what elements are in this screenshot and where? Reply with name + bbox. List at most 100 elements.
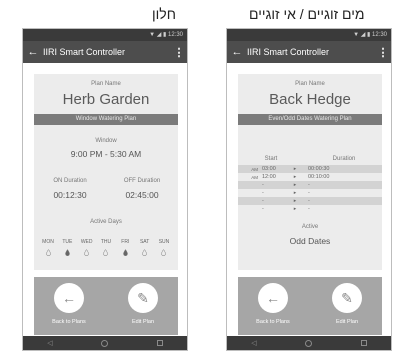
day-label: WED: [80, 239, 93, 245]
back-to-plans-button[interactable]: ← Back to Plans: [248, 283, 298, 325]
schedule-row[interactable]: - ▸ -: [238, 181, 382, 189]
start-time: 12:00: [262, 174, 276, 180]
day-label: SUN: [158, 239, 170, 245]
schedule-header: Start Duration: [238, 156, 382, 165]
back-arrow-icon[interactable]: ←: [227, 46, 247, 58]
play-icon: ▸: [293, 174, 297, 180]
play-icon: ▸: [293, 206, 297, 212]
nav-home-icon[interactable]: [305, 339, 313, 347]
caption-even-odd: מים זוגיים / אי זוגיים: [249, 6, 365, 22]
edit-plan-label: Edit Plan: [335, 319, 358, 325]
day-sun[interactable]: SUN: [156, 239, 172, 256]
back-arrow-icon[interactable]: ←: [23, 46, 43, 58]
plan-type-banner: Window Watering Plan: [34, 114, 178, 125]
schedule-row[interactable]: - ▸ -: [238, 189, 382, 197]
day-mon[interactable]: MON: [40, 239, 56, 256]
duration-value: -: [308, 198, 310, 204]
plan-card: Plan Name Herb Garden Window Watering Pl…: [34, 74, 178, 270]
action-panel: ← Back to Plans ✎ Edit Plan: [34, 277, 178, 335]
phone-window-plan: ▼ ◢ ▮ 12:30 ← IIRI Smart Controller ⋮ Pl…: [22, 28, 188, 351]
plan-name-label: Plan Name: [91, 81, 121, 87]
off-duration-value: 02:45:00: [125, 190, 159, 200]
play-icon: ▸: [293, 190, 297, 196]
day-sat[interactable]: SAT: [137, 239, 153, 256]
on-duration-label: ON Duration: [53, 178, 87, 184]
overflow-menu-icon[interactable]: ⋮: [375, 46, 391, 59]
duration-value: 00:00:30: [308, 166, 330, 172]
start-time: -: [262, 198, 264, 204]
schedule-row[interactable]: - ▸ -: [238, 197, 382, 205]
edit-plan-button[interactable]: ✎ Edit Plan: [118, 283, 168, 325]
duration-value: -: [308, 206, 310, 212]
nav-recents-icon[interactable]: [360, 340, 367, 346]
nav-back-icon[interactable]: ◁: [47, 339, 52, 347]
off-duration: OFF Duration 02:45:00: [106, 178, 178, 200]
outline-drop-icon: [142, 249, 147, 256]
day-label: THU: [100, 239, 112, 245]
day-wed[interactable]: WED: [79, 239, 95, 256]
duration-value: -: [308, 182, 310, 188]
plan-name: Herb Garden: [62, 91, 150, 108]
plan-card: Plan Name Back Hedge Even/Odd Dates Wate…: [238, 74, 382, 270]
schedule-table: Start Duration AM 03:00 ▸ 00:00:30 AM 12:00 ▸ 0…: [238, 156, 382, 213]
phone-even-odd-plan: ▼ ◢ ▮ 12:30 ← IIRI Smart Controller ⋮ Pl…: [226, 28, 392, 351]
on-duration-value: 00:12:30: [53, 190, 87, 200]
outline-drop-icon: [45, 249, 51, 256]
start-time: -: [262, 182, 264, 188]
edit-plan-button[interactable]: ✎ Edit Plan: [322, 283, 372, 325]
start-header: Start: [264, 156, 278, 162]
active-days-label: Active Days: [90, 219, 122, 225]
duration-header: Duration: [332, 156, 356, 162]
back-to-plans-label: Back to Plans: [52, 319, 86, 325]
plan-type-banner: Even/Odd Dates Watering Plan: [238, 114, 382, 125]
caption-window: חלון: [152, 6, 176, 22]
nav-back-icon[interactable]: ◁: [251, 339, 256, 347]
outline-drop-icon: [84, 249, 89, 256]
status-bar: ▼ ◢ ▮ 12:30: [227, 29, 391, 41]
pencil-icon[interactable]: ✎: [332, 283, 362, 313]
outline-drop-icon: [161, 249, 167, 256]
plan-name: Back Hedge: [269, 91, 351, 108]
schedule-rows: AM 03:00 ▸ 00:00:30 AM 12:00 ▸ 00:10:00 - ▸ - - ▸ - - ▸…: [238, 165, 382, 213]
outline-drop-icon: [103, 249, 109, 256]
back-to-plans-label: Back to Plans: [256, 319, 290, 325]
app-bar: ← IIRI Smart Controller ⋮: [23, 41, 187, 63]
day-label: FRI: [121, 239, 130, 245]
day-label: TUE: [62, 239, 73, 245]
schedule-row[interactable]: AM 12:00 ▸ 00:10:00: [238, 173, 382, 181]
status-bar: ▼ ◢ ▮ 12:30: [23, 29, 187, 41]
ampm-label: AM: [251, 166, 258, 172]
day-fri[interactable]: FRI: [117, 239, 133, 256]
active-value: Odd Dates: [289, 236, 331, 246]
window-label: Window: [95, 138, 117, 144]
android-nav-bar: ◁: [23, 336, 187, 350]
schedule-row[interactable]: AM 03:00 ▸ 00:00:30: [238, 165, 382, 173]
duration-value: -: [308, 190, 310, 196]
on-duration: ON Duration 00:12:30: [34, 178, 106, 200]
start-time: 03:00: [262, 166, 276, 172]
nav-home-icon[interactable]: [101, 339, 109, 347]
back-to-plans-button[interactable]: ← Back to Plans: [44, 283, 94, 325]
arrow-left-icon[interactable]: ←: [54, 283, 84, 313]
duration-value: 00:10:00: [308, 174, 330, 180]
play-icon: ▸: [293, 182, 297, 188]
ampm-label: AM: [251, 174, 258, 180]
filled-drop-icon: [123, 249, 128, 256]
active-days-row: MON TUE WED THU FRI SAT SUN: [40, 239, 172, 256]
plan-name-label: Plan Name: [295, 81, 325, 87]
play-icon: ▸: [293, 198, 297, 204]
day-label: SAT: [139, 239, 150, 245]
arrow-left-icon[interactable]: ←: [258, 283, 288, 313]
overflow-menu-icon[interactable]: ⋮: [171, 46, 187, 59]
day-thu[interactable]: THU: [98, 239, 114, 256]
app-bar: ← IIRI Smart Controller ⋮: [227, 41, 391, 63]
day-label: MON: [42, 239, 54, 245]
schedule-row[interactable]: - ▸ -: [238, 205, 382, 213]
app-title: IIRI Smart Controller: [247, 47, 330, 57]
window-value: 9:00 PM - 5:30 AM: [70, 149, 142, 159]
day-tue[interactable]: TUE: [59, 239, 75, 256]
pencil-icon[interactable]: ✎: [128, 283, 158, 313]
edit-plan-label: Edit Plan: [131, 319, 154, 325]
nav-recents-icon[interactable]: [156, 340, 163, 346]
action-panel: ← Back to Plans ✎ Edit Plan: [238, 277, 382, 335]
